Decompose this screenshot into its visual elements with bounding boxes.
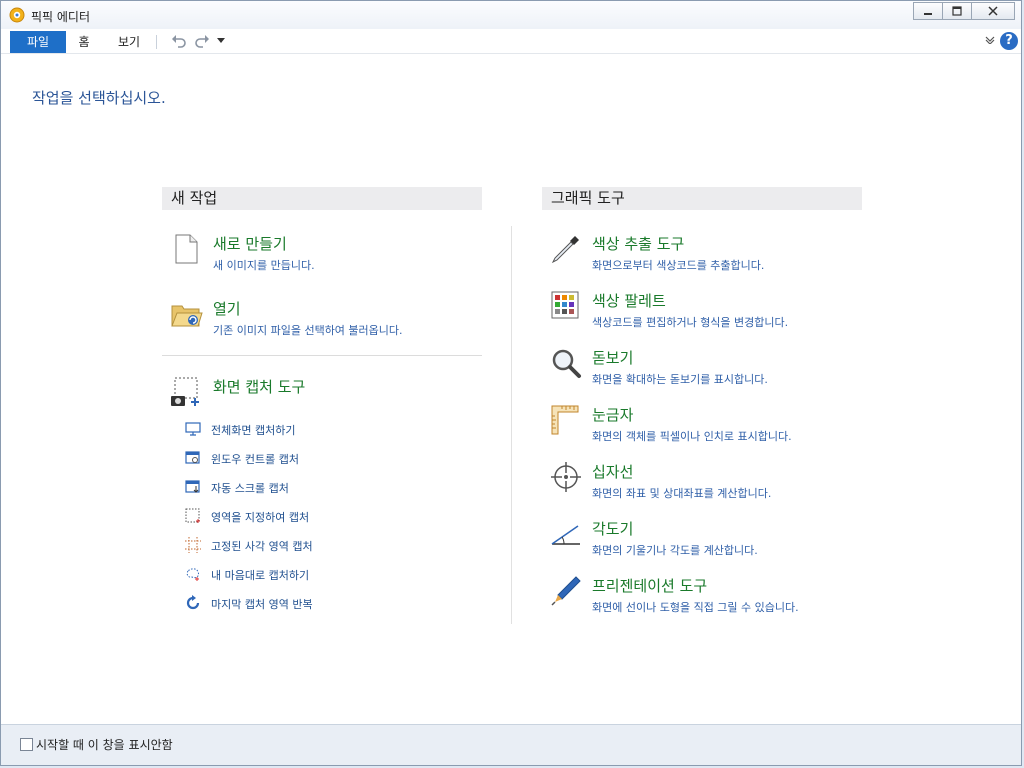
open-file-desc: 기존 이미지 파일을 선택하여 불러옵니다. bbox=[213, 324, 403, 337]
capture-option-label: 내 마음대로 캡처하기 bbox=[211, 569, 310, 582]
ribbon-bar: 파일 홈 보기 ? bbox=[1, 29, 1021, 54]
freehand-icon bbox=[186, 568, 199, 581]
fixed-region-icon bbox=[185, 537, 201, 553]
region-select-icon bbox=[185, 508, 200, 523]
capture-option-label: 전체화면 캡처하기 bbox=[211, 424, 296, 437]
new-document-icon bbox=[175, 234, 198, 264]
magnifier-desc: 화면을 확대하는 돋보기를 표시합니다. bbox=[592, 373, 768, 386]
title-bar: 픽픽 에디터 bbox=[1, 1, 1021, 29]
open-folder-icon bbox=[171, 305, 203, 327]
crosshair-desc: 화면의 좌표 및 상대좌표를 계산합니다. bbox=[592, 487, 772, 500]
section-header-new-work: 새 작업 bbox=[162, 187, 482, 210]
column-divider bbox=[511, 226, 512, 624]
ruler-icon bbox=[551, 405, 579, 435]
new-document-item[interactable]: 새로 만들기 새 이미지를 만듭니다. bbox=[171, 233, 471, 277]
screen-capture-title: 화면 캡처 도구 bbox=[213, 378, 306, 396]
section-divider bbox=[162, 355, 482, 356]
open-file-item[interactable]: 열기 기존 이미지 파일을 선택하여 불러옵니다. bbox=[171, 298, 471, 342]
protractor-item[interactable]: 각도기 화면의 기울기나 각도를 계산합니다. bbox=[550, 518, 850, 562]
window-control-icon bbox=[185, 451, 200, 464]
dont-show-checkbox[interactable] bbox=[20, 738, 33, 751]
undo-icon[interactable] bbox=[171, 33, 187, 49]
presentation-tool-item[interactable]: 프리젠테이션 도구 화면에 선이나 도형을 직접 그릴 수 있습니다. bbox=[550, 575, 850, 619]
presentation-tool-title: 프리젠테이션 도구 bbox=[592, 577, 708, 595]
new-document-title: 새로 만들기 bbox=[213, 235, 287, 253]
minimize-icon bbox=[924, 13, 932, 15]
capture-option-region[interactable]: 영역을 지정하여 캡처 bbox=[185, 507, 385, 525]
ribbon-collapse-icon[interactable] bbox=[985, 36, 995, 44]
camera-capture-icon bbox=[171, 377, 199, 406]
capture-option-label: 영역을 지정하여 캡처 bbox=[211, 511, 310, 524]
crosshair-title: 십자선 bbox=[592, 463, 634, 481]
ruler-desc: 화면의 객체를 픽셀이나 인치로 표시합니다. bbox=[592, 430, 792, 443]
maximize-button[interactable] bbox=[942, 2, 972, 20]
color-picker-title: 색상 추출 도구 bbox=[592, 235, 685, 253]
capture-option-repeat-last[interactable]: 마지막 캡처 영역 반복 bbox=[185, 594, 385, 612]
capture-option-label: 윈도우 컨트롤 캡처 bbox=[211, 453, 299, 466]
capture-option-label: 마지막 캡처 영역 반복 bbox=[211, 598, 313, 611]
tab-file[interactable]: 파일 bbox=[10, 31, 66, 53]
help-icon[interactable]: ? bbox=[1000, 32, 1018, 50]
page-prompt: 작업을 선택하십시오. bbox=[32, 89, 166, 107]
pen-icon bbox=[551, 576, 581, 606]
crosshair-item[interactable]: 십자선 화면의 좌표 및 상대좌표를 계산합니다. bbox=[550, 461, 850, 505]
footer-bar: 시작할 때 이 창을 표시안함 bbox=[1, 724, 1021, 765]
ribbon-separator bbox=[156, 35, 157, 49]
minimize-button[interactable] bbox=[913, 2, 943, 20]
crosshair-icon bbox=[551, 462, 581, 492]
protractor-desc: 화면의 기울기나 각도를 계산합니다. bbox=[592, 544, 758, 557]
monitor-icon bbox=[185, 422, 201, 436]
presentation-tool-desc: 화면에 선이나 도형을 직접 그릴 수 있습니다. bbox=[592, 601, 799, 614]
protractor-title: 각도기 bbox=[592, 520, 634, 538]
color-palette-title: 색상 팔레트 bbox=[592, 292, 666, 310]
repeat-icon bbox=[186, 595, 200, 610]
redo-icon[interactable] bbox=[194, 33, 210, 49]
new-document-desc: 새 이미지를 만듭니다. bbox=[213, 259, 315, 272]
screen-capture-item[interactable]: 화면 캡처 도구 bbox=[171, 376, 471, 408]
maximize-icon bbox=[952, 6, 962, 16]
tab-home[interactable]: 홈 bbox=[73, 31, 95, 53]
editor-window: 픽픽 에디터 파일 홈 보기 ? 작업을 선택하십시오. 새 작업 새로 만들기… bbox=[0, 0, 1022, 766]
magnifier-title: 돋보기 bbox=[592, 349, 634, 367]
window-title: 픽픽 에디터 bbox=[31, 10, 91, 24]
quick-access-dropdown-icon[interactable] bbox=[217, 38, 225, 44]
color-picker-desc: 화면으로부터 색상코드를 추출합니다. bbox=[592, 259, 765, 272]
palette-icon bbox=[551, 291, 579, 319]
close-icon bbox=[988, 6, 998, 16]
open-file-title: 열기 bbox=[213, 300, 241, 318]
capture-option-fixed-region[interactable]: 고정된 사각 영역 캡처 bbox=[185, 536, 385, 554]
tab-view[interactable]: 보기 bbox=[111, 31, 147, 53]
capture-option-window-control[interactable]: 윈도우 컨트롤 캡처 bbox=[185, 449, 385, 467]
color-palette-desc: 색상코드를 편집하거나 형식을 변경합니다. bbox=[592, 316, 789, 329]
magnifier-icon bbox=[552, 349, 581, 378]
ruler-title: 눈금자 bbox=[592, 406, 634, 424]
capture-option-fullscreen[interactable]: 전체화면 캡처하기 bbox=[185, 420, 385, 438]
magnifier-item[interactable]: 돋보기 화면을 확대하는 돋보기를 표시합니다. bbox=[550, 347, 850, 391]
section-header-graphic-tools: 그래픽 도구 bbox=[542, 187, 862, 210]
capture-option-label: 고정된 사각 영역 캡처 bbox=[211, 540, 313, 553]
color-picker-item[interactable]: 색상 추출 도구 화면으로부터 색상코드를 추출합니다. bbox=[550, 233, 850, 277]
color-palette-item[interactable]: 색상 팔레트 색상코드를 편집하거나 형식을 변경합니다. bbox=[550, 290, 850, 334]
app-logo-icon bbox=[9, 7, 25, 23]
capture-option-label: 자동 스크롤 캡처 bbox=[211, 482, 289, 495]
eyedropper-icon bbox=[551, 236, 579, 264]
ruler-item[interactable]: 눈금자 화면의 객체를 픽셀이나 인치로 표시합니다. bbox=[550, 404, 850, 448]
capture-option-freehand[interactable]: 내 마음대로 캡처하기 bbox=[185, 565, 385, 583]
dont-show-label[interactable]: 시작할 때 이 창을 표시안함 bbox=[36, 736, 173, 753]
protractor-icon bbox=[551, 525, 580, 545]
close-button[interactable] bbox=[971, 2, 1015, 20]
scroll-capture-icon bbox=[185, 480, 200, 493]
capture-option-auto-scroll[interactable]: 자동 스크롤 캡처 bbox=[185, 478, 385, 496]
